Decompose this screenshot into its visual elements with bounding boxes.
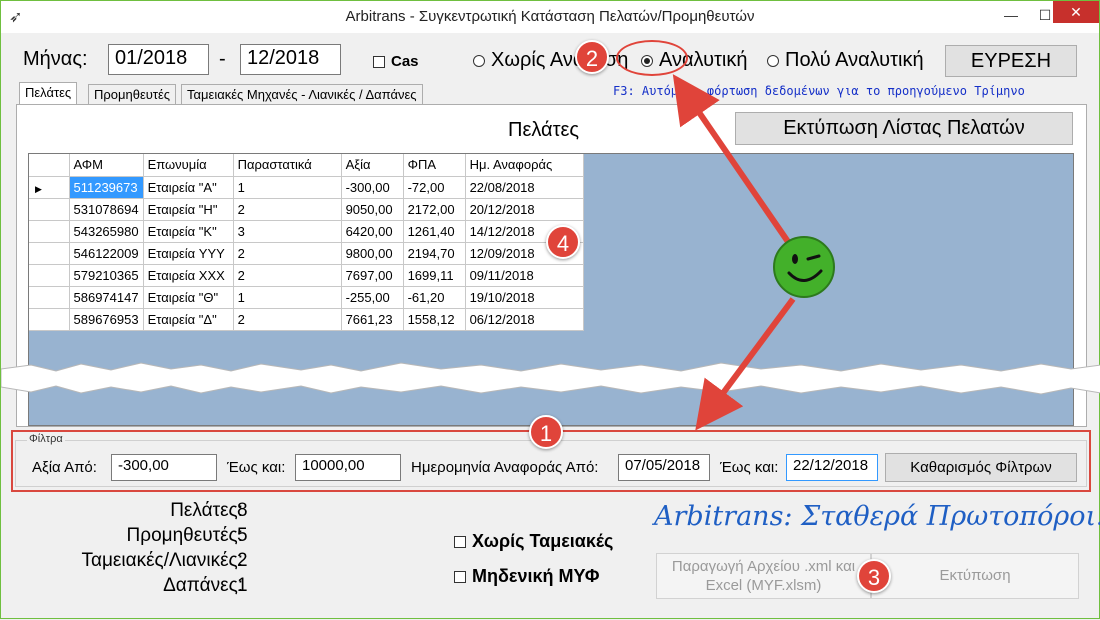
arrow-to-analytic — [672, 74, 796, 251]
callout-2: 2 — [575, 40, 609, 74]
callout-1: 1 — [529, 415, 563, 449]
annotation-arrows — [672, 74, 835, 431]
callout-3: 3 — [857, 559, 891, 593]
smiley-icon — [773, 236, 835, 298]
app-window: ➶ Arbitrans - Συγκεντρωτική Κατάσταση Πε… — [0, 0, 1100, 619]
callout-4: 4 — [546, 225, 580, 259]
arrow-to-filters — [695, 297, 796, 431]
